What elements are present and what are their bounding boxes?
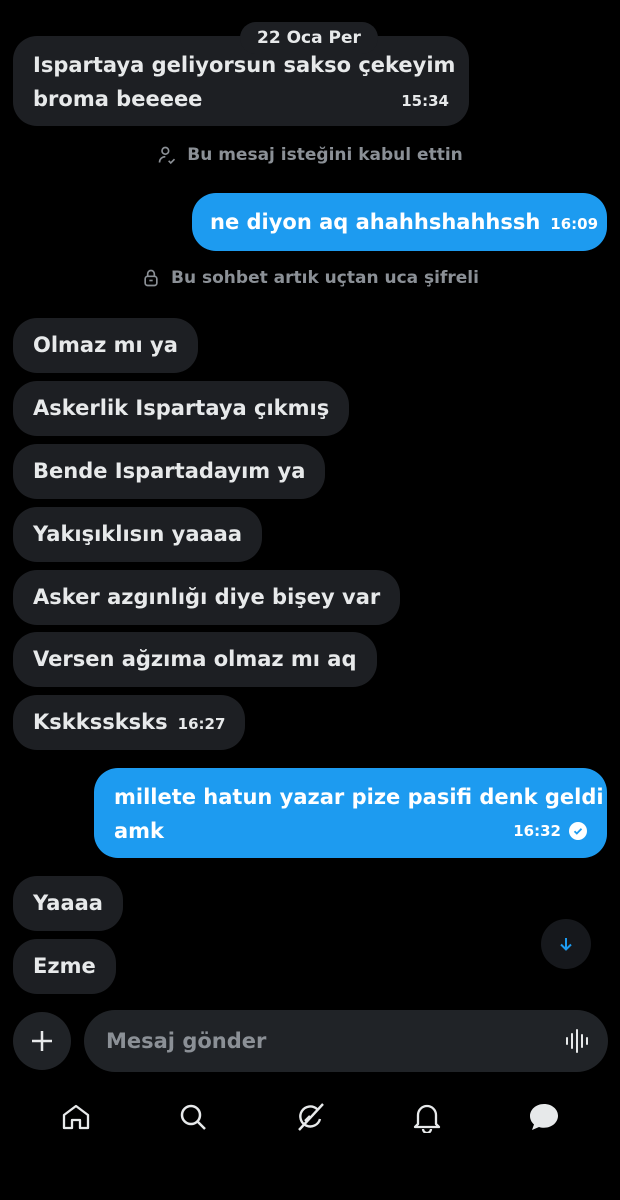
message-text: Versen ağzıma olmaz mı aq xyxy=(33,647,357,671)
message-text: ne diyon aq ahahhshahhssh xyxy=(210,210,541,234)
nav-home[interactable] xyxy=(56,1097,96,1137)
message-text-line: Ispartaya geliyorsun sakso çekeyim xyxy=(33,53,456,77)
message-time: 16:27 xyxy=(177,715,226,733)
incoming-message[interactable]: Yaaaa xyxy=(13,876,123,931)
message-text: Olmaz mı ya xyxy=(33,333,178,357)
message-input[interactable]: Mesaj gönder xyxy=(84,1010,608,1072)
nav-search[interactable] xyxy=(173,1097,213,1137)
arrow-down-icon xyxy=(560,938,572,951)
search-icon xyxy=(180,1104,207,1130)
message-text: Ezme xyxy=(33,954,96,978)
message-text-line: broma beeeee xyxy=(33,87,203,111)
message-time: 15:34 xyxy=(401,92,449,110)
incoming-message[interactable]: Asker azgınlığı diye bişey var xyxy=(13,570,401,625)
scroll-to-bottom-button[interactable] xyxy=(541,919,591,969)
message-time: 16:09 xyxy=(550,215,599,233)
nav-grok[interactable] xyxy=(290,1097,330,1137)
encryption-notice: Bu sohbet artık uçtan uca şifreli xyxy=(0,263,620,293)
notifications-icon xyxy=(413,1104,440,1133)
read-check-icon xyxy=(569,822,587,840)
message-text: Kskkssksks xyxy=(33,710,168,734)
lock-icon xyxy=(144,269,158,287)
message-text: Yakışıklısın yaaaa xyxy=(33,522,243,546)
incoming-message[interactable]: Ezme xyxy=(13,939,116,994)
request-accepted-notice: Bu mesaj isteğini kabul ettin xyxy=(0,140,620,170)
home-icon xyxy=(63,1104,90,1130)
incoming-message[interactable]: Ispartaya geliyorsun sakso çekeyim broma… xyxy=(13,36,469,126)
incoming-message[interactable]: Askerlik Ispartaya çıkmış xyxy=(13,381,350,436)
message-text-line: millete hatun yazar pize pasifi denk gel… xyxy=(114,785,604,809)
message-text: Bende Ispartadayım ya xyxy=(33,459,306,483)
notice-text: Bu mesaj isteğini kabul ettin xyxy=(187,145,463,165)
add-attachment-button[interactable] xyxy=(13,1012,71,1070)
incoming-message[interactable]: Kskkssksks 16:27 xyxy=(13,695,246,750)
outgoing-message[interactable]: ne diyon aq ahahhshahhssh 16:09 xyxy=(192,193,607,251)
outgoing-message[interactable]: millete hatun yazar pize pasifi denk gel… xyxy=(94,768,607,858)
voice-message-icon[interactable] xyxy=(564,1027,592,1055)
nav-notifications[interactable] xyxy=(407,1097,447,1137)
plus-icon xyxy=(32,1031,52,1051)
messages-icon xyxy=(529,1104,558,1130)
bottom-navigation xyxy=(0,1086,620,1148)
message-input-placeholder: Mesaj gönder xyxy=(106,1029,267,1053)
nav-messages[interactable] xyxy=(524,1097,564,1137)
incoming-message[interactable]: Versen ağzıma olmaz mı aq xyxy=(13,632,377,687)
message-text: Yaaaa xyxy=(33,891,103,915)
incoming-message[interactable]: Olmaz mı ya xyxy=(13,318,198,373)
chat-screen: 22 Oca Per Ispartaya geliyorsun sakso çe… xyxy=(0,0,620,1200)
message-text: Askerlik Ispartaya çıkmış xyxy=(33,396,330,420)
person-check-icon xyxy=(158,146,176,165)
incoming-message[interactable]: Yakışıklısın yaaaa xyxy=(13,507,263,562)
incoming-message[interactable]: Bende Ispartadayım ya xyxy=(13,444,326,499)
date-separator: 22 Oca Per xyxy=(240,22,378,54)
grok-icon xyxy=(298,1103,324,1131)
notice-text: Bu sohbet artık uçtan uca şifreli xyxy=(171,268,479,288)
message-text-line: amk xyxy=(114,819,165,843)
message-time: 16:32 xyxy=(513,822,561,840)
message-text: Asker azgınlığı diye bişey var xyxy=(33,585,381,609)
